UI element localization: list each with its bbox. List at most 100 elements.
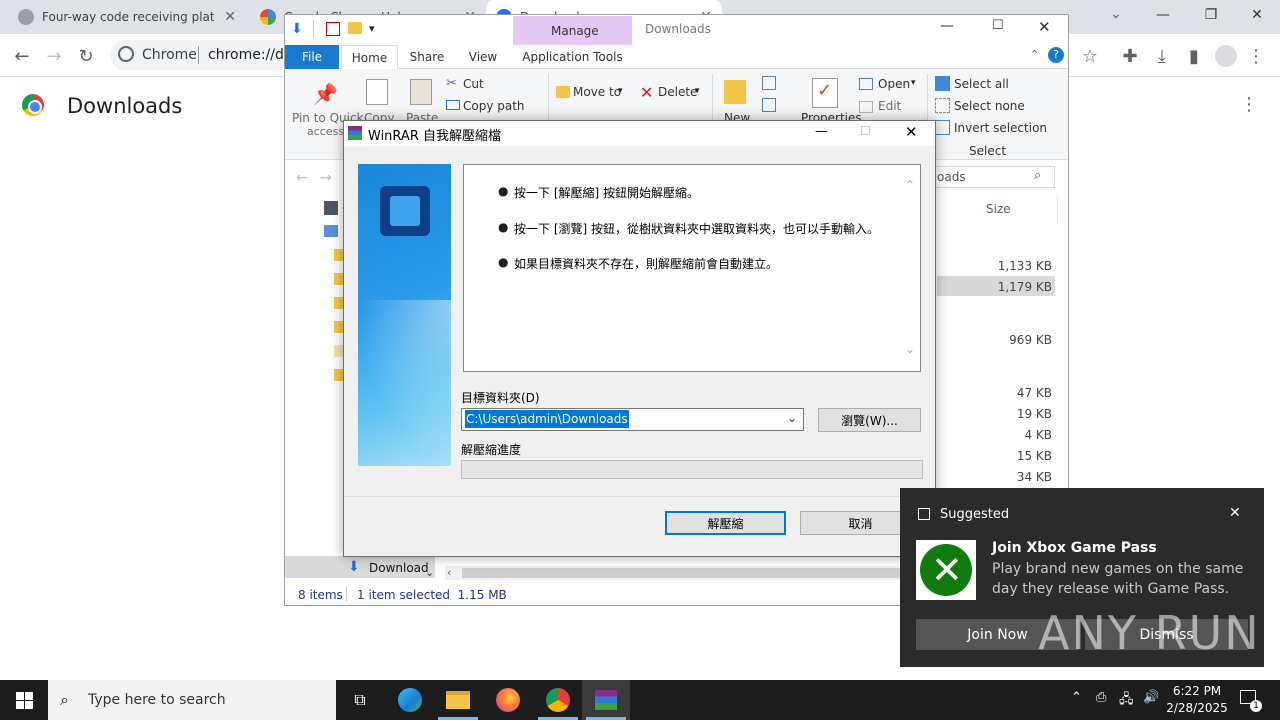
qat-divider [313, 20, 314, 38]
omnibox-url[interactable]: chrome://do [208, 47, 292, 63]
volume-icon[interactable]: 🔊 [1143, 690, 1159, 705]
winrar-taskbar-icon[interactable] [582, 680, 630, 720]
task-view-icon[interactable]: ⧉ [336, 680, 384, 720]
tab-file[interactable]: File [285, 45, 339, 69]
select-all-icon [935, 76, 950, 91]
restore-icon[interactable]: ❐ [1188, 0, 1234, 30]
new-folder-icon [724, 80, 746, 104]
scroll-left-icon[interactable]: ‹ [447, 566, 451, 579]
toast-body-line-1: Play brand new games on the same [992, 561, 1244, 577]
tab-home[interactable]: Home [341, 45, 398, 69]
cut-label[interactable]: Cut [463, 77, 484, 91]
close-icon[interactable]: ✕ [1234, 0, 1280, 30]
reload-icon[interactable]: ↻ [74, 44, 98, 68]
invert-selection-icon [935, 120, 950, 135]
close-tab-icon[interactable]: ✕ [224, 9, 236, 25]
info-bullet-3: 如果目標資料夾不存在，則解壓縮前會自動建立。 [514, 257, 779, 271]
wr-close-icon[interactable]: ✕ [905, 123, 918, 141]
ex-maximize-icon[interactable]: ☐ [992, 18, 1004, 33]
nav-back-icon[interactable]: ← [296, 170, 308, 186]
nav-expand-icon[interactable]: ⌄ [425, 566, 434, 579]
suggested-icon [918, 508, 930, 520]
ribbon-collapse-icon[interactable]: ⌃ [1030, 48, 1039, 61]
tab-title: Four-way code receiving platfor [42, 10, 214, 24]
extract-button[interactable]: 解壓縮 [665, 511, 786, 535]
menu-kebab-icon[interactable]: ⋮ [1244, 44, 1268, 68]
file-size: 34 KB [1016, 470, 1052, 484]
edge-icon[interactable] [386, 680, 434, 720]
tray-chevron-icon[interactable]: ⌃ [1071, 690, 1082, 705]
tray-device-icon[interactable]: ⎙ [1096, 690, 1106, 705]
chrome-tab-1[interactable]: Four-way code receiving platfor ✕ [8, 0, 246, 34]
delete-icon: ✕ [640, 83, 654, 102]
forward-arrow-icon[interactable]: → [42, 44, 66, 68]
edit-label[interactable]: Edit [878, 99, 901, 113]
properties-qat-icon[interactable] [326, 22, 340, 36]
this-pc-icon [324, 225, 338, 237]
move-to-dropdown-icon[interactable]: ▾ [618, 86, 623, 96]
tab-search-chevron-icon[interactable]: ⌄ [1110, 6, 1122, 22]
qat-dropdown-icon[interactable]: ▾ [369, 22, 375, 35]
winrar-logo-inner [390, 196, 420, 226]
toast-close-icon[interactable]: ✕ [1229, 505, 1241, 521]
chrome-secure-icon [118, 46, 134, 62]
new-folder-qat-icon[interactable] [348, 22, 362, 34]
easy-access-icon[interactable] [762, 98, 776, 112]
select-all-label[interactable]: Select all [954, 77, 1009, 91]
search-icon: ⌕ [1034, 168, 1042, 183]
browse-button[interactable]: 瀏覽(W)... [818, 408, 921, 432]
back-arrow-icon[interactable]: ← [10, 44, 34, 68]
downloads-icon[interactable]: ⤓ [1150, 44, 1174, 68]
nav-downloads-label[interactable]: Download [369, 561, 429, 575]
new-item-icon[interactable] [762, 76, 776, 90]
select-none-label[interactable]: Select none [954, 99, 1025, 113]
minimize-icon[interactable]: — [1140, 0, 1186, 30]
taskbar-time[interactable]: 6:22 PM [1162, 684, 1232, 698]
network-icon[interactable]: 🖧 [1119, 690, 1134, 712]
delete-label[interactable]: Delete [658, 85, 697, 99]
file-size: 47 KB [1016, 386, 1052, 400]
wr-minimize-icon[interactable]: — [815, 124, 828, 139]
profile-avatar-icon[interactable] [1215, 45, 1237, 67]
info-bullet-2: 按一下 [瀏覽] 按鈕，從樹狀資料夾中選取資料夾，也可以手動輸入。 [514, 222, 879, 236]
help-icon[interactable]: ? [1048, 47, 1064, 63]
ex-close-icon[interactable]: ✕ [1038, 18, 1051, 36]
move-to-label[interactable]: Move to [573, 85, 621, 99]
google-icon [260, 9, 276, 25]
chrome-taskbar-icon[interactable] [534, 680, 582, 720]
ex-minimize-icon[interactable]: — [940, 18, 954, 34]
ribbon-divider [548, 74, 549, 126]
size-column-header[interactable]: Size [986, 202, 1011, 216]
open-dropdown-icon[interactable]: ▾ [911, 78, 916, 88]
info-bullet-1: 按一下 [解壓縮] 按鈕開始解壓縮。 [514, 186, 699, 200]
firefox-icon[interactable] [484, 680, 532, 720]
scroll-up-icon[interactable]: ⌃ [905, 178, 915, 192]
file-explorer-icon[interactable] [434, 680, 482, 720]
column-divider [1057, 196, 1058, 222]
toast-header: Suggested [940, 507, 1010, 522]
side-panel-icon[interactable]: ▮ [1182, 44, 1206, 68]
nav-forward-icon[interactable]: → [320, 170, 332, 186]
winrar-app-icon [348, 126, 362, 140]
scroll-down-icon[interactable]: ⌄ [905, 342, 915, 356]
tab-application-tools[interactable]: Application Tools [513, 45, 632, 69]
start-windows-icon[interactable] [0, 680, 48, 720]
delete-dropdown-icon[interactable]: ▾ [695, 86, 700, 96]
quick-access-down-icon[interactable]: ⬇ [291, 21, 303, 37]
page-title: Downloads [67, 94, 183, 118]
extensions-icon[interactable]: ✚ [1118, 44, 1142, 68]
copy-path-label[interactable]: Copy path [463, 99, 525, 113]
dest-folder-value[interactable]: C:\Users\admin\Downloads [465, 410, 629, 428]
progress-label: 解壓縮進度 [461, 443, 522, 457]
wr-maximize-icon: ☐ [860, 124, 871, 138]
winrar-title: WinRAR 自我解壓縮檔 [368, 129, 501, 144]
tab-share[interactable]: Share [403, 45, 451, 69]
tab-view[interactable]: View [458, 45, 508, 69]
bookmark-star-icon[interactable]: ☆ [1078, 44, 1102, 68]
open-label[interactable]: Open [878, 77, 910, 91]
combo-dropdown-icon[interactable]: ⌄ [787, 411, 797, 425]
downloads-menu-icon[interactable]: ⋮ [1240, 94, 1258, 115]
scrollbar-thumb[interactable] [462, 568, 902, 578]
taskbar-date[interactable]: 2/28/2025 [1162, 701, 1232, 715]
invert-selection-label[interactable]: Invert selection [954, 121, 1047, 135]
